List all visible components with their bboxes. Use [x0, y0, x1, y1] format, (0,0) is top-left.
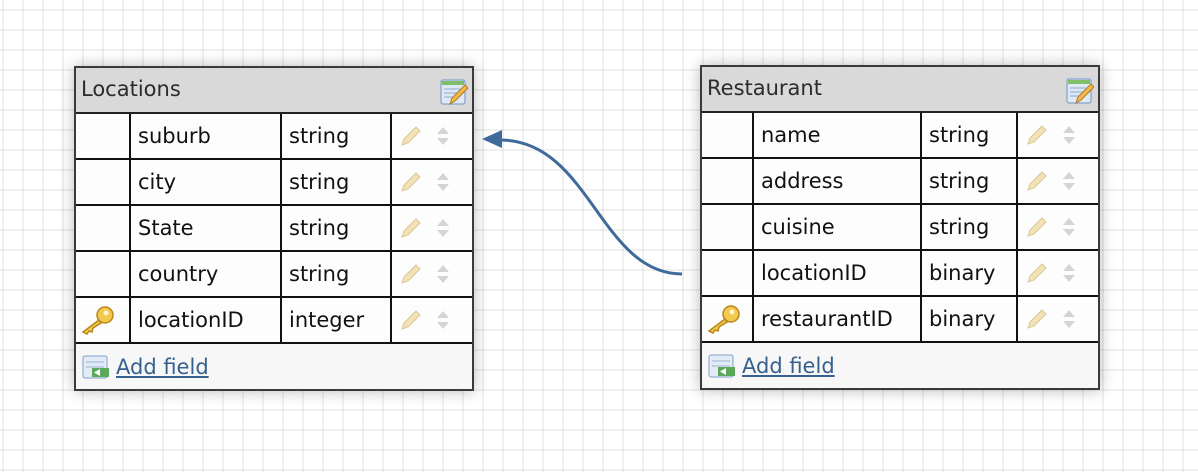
pencil-icon[interactable]: [1026, 124, 1048, 146]
field-name[interactable]: country: [131, 252, 282, 296]
table-edit-icon[interactable]: [1066, 77, 1094, 105]
table-header[interactable]: Restaurant: [702, 67, 1098, 113]
table-title: Locations: [81, 77, 181, 101]
field-row[interactable]: suburb string: [76, 114, 472, 160]
key-icon: [79, 305, 115, 335]
key-icon: [705, 304, 741, 334]
key-cell: [76, 206, 131, 250]
field-type[interactable]: string: [282, 160, 392, 204]
add-field-link[interactable]: Add field: [116, 355, 209, 379]
pencil-icon[interactable]: [400, 217, 422, 239]
key-cell: [76, 160, 131, 204]
table-locations[interactable]: Locations suburb string city string State str…: [74, 66, 474, 391]
field-row[interactable]: country string: [76, 252, 472, 298]
field-actions: [392, 160, 468, 204]
pencil-icon[interactable]: [1026, 308, 1048, 330]
field-row[interactable]: city string: [76, 160, 472, 206]
table-restaurant[interactable]: Restaurant name string address string cuisin…: [700, 65, 1100, 390]
field-type[interactable]: string: [282, 114, 392, 158]
field-name[interactable]: address: [754, 159, 922, 203]
field-actions: [392, 298, 468, 342]
field-name[interactable]: locationID: [131, 298, 282, 342]
field-type[interactable]: integer: [282, 298, 392, 342]
field-type[interactable]: binary: [922, 251, 1018, 295]
add-field-icon[interactable]: [82, 354, 110, 380]
field-type[interactable]: string: [282, 252, 392, 296]
field-row[interactable]: locationID binary: [702, 251, 1098, 297]
up-down-arrows-icon[interactable]: [1062, 216, 1076, 238]
arrowhead-icon: [482, 130, 502, 148]
pencil-icon[interactable]: [1026, 216, 1048, 238]
field-actions: [1018, 297, 1094, 341]
table-footer: Add field: [76, 344, 472, 389]
field-type[interactable]: string: [282, 206, 392, 250]
field-row[interactable]: locationID integer: [76, 298, 472, 344]
up-down-arrows-icon[interactable]: [1062, 124, 1076, 146]
pencil-icon[interactable]: [400, 125, 422, 147]
pencil-icon[interactable]: [400, 263, 422, 285]
key-cell: [76, 298, 131, 342]
key-cell: [702, 251, 754, 295]
field-actions: [1018, 113, 1094, 157]
up-down-arrows-icon[interactable]: [436, 217, 450, 239]
key-cell: [76, 114, 131, 158]
field-name[interactable]: city: [131, 160, 282, 204]
field-actions: [392, 206, 468, 250]
add-field-link[interactable]: Add field: [742, 354, 835, 378]
field-name[interactable]: State: [131, 206, 282, 250]
field-name[interactable]: cuisine: [754, 205, 922, 249]
field-row[interactable]: cuisine string: [702, 205, 1098, 251]
up-down-arrows-icon[interactable]: [436, 309, 450, 331]
up-down-arrows-icon[interactable]: [1062, 170, 1076, 192]
pencil-icon[interactable]: [1026, 262, 1048, 284]
table-header[interactable]: Locations: [76, 68, 472, 114]
relation-line[interactable]: [499, 138, 683, 276]
up-down-arrows-icon[interactable]: [1062, 308, 1076, 330]
up-down-arrows-icon[interactable]: [436, 263, 450, 285]
field-name[interactable]: suburb: [131, 114, 282, 158]
up-down-arrows-icon[interactable]: [436, 171, 450, 193]
field-type[interactable]: string: [922, 159, 1018, 203]
key-cell: [702, 297, 754, 341]
field-actions: [392, 252, 468, 296]
field-row[interactable]: restaurantID binary: [702, 297, 1098, 343]
pencil-icon[interactable]: [1026, 170, 1048, 192]
field-type[interactable]: binary: [922, 297, 1018, 341]
key-cell: [702, 205, 754, 249]
field-type[interactable]: string: [922, 205, 1018, 249]
table-title: Restaurant: [707, 76, 822, 100]
pencil-icon[interactable]: [400, 171, 422, 193]
field-actions: [1018, 251, 1094, 295]
field-name[interactable]: restaurantID: [754, 297, 922, 341]
add-field-icon[interactable]: [708, 353, 736, 379]
key-cell: [702, 159, 754, 203]
field-row[interactable]: State string: [76, 206, 472, 252]
up-down-arrows-icon[interactable]: [1062, 262, 1076, 284]
up-down-arrows-icon[interactable]: [436, 125, 450, 147]
table-edit-icon[interactable]: [440, 78, 468, 106]
field-type[interactable]: string: [922, 113, 1018, 157]
field-actions: [392, 114, 468, 158]
pencil-icon[interactable]: [400, 309, 422, 331]
table-footer: Add field: [702, 343, 1098, 388]
field-name[interactable]: locationID: [754, 251, 922, 295]
field-actions: [1018, 205, 1094, 249]
field-row[interactable]: address string: [702, 159, 1098, 205]
field-row[interactable]: name string: [702, 113, 1098, 159]
field-actions: [1018, 159, 1094, 203]
field-name[interactable]: name: [754, 113, 922, 157]
key-cell: [76, 252, 131, 296]
key-cell: [702, 113, 754, 157]
